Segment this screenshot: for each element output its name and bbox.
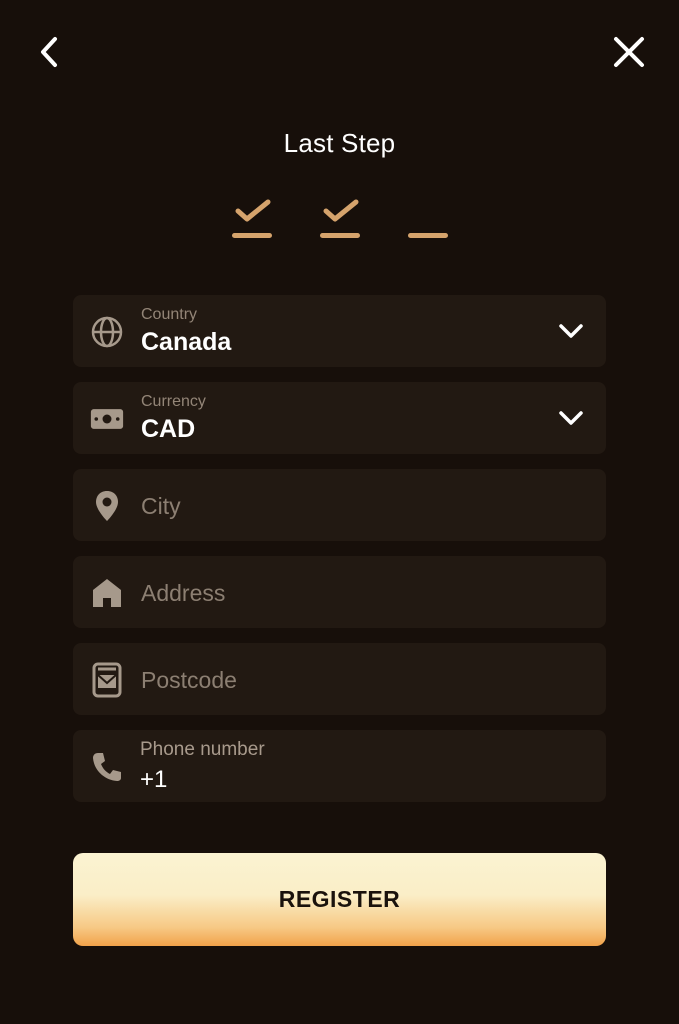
currency-label: Currency (141, 393, 206, 410)
currency-value: CAD (141, 415, 196, 443)
register-button[interactable]: REGISTER (73, 853, 606, 946)
postcode-input[interactable]: Postcode (73, 643, 606, 715)
check-icon (323, 199, 359, 222)
registration-form: Country Canada Currency CAD City Address… (73, 295, 606, 817)
currency-select[interactable]: Currency CAD (73, 382, 606, 454)
step-bar (320, 233, 360, 238)
page-title: Last Step (283, 128, 396, 158)
step-bar (408, 233, 448, 238)
close-icon (614, 37, 644, 67)
address-input[interactable]: Address (73, 556, 606, 628)
phone-input[interactable]: Phone number +1 (73, 730, 606, 802)
step-2 (320, 196, 362, 242)
location-pin-icon (90, 489, 124, 523)
city-placeholder: City (141, 493, 181, 519)
phone-icon (90, 750, 124, 784)
home-icon (90, 576, 124, 610)
mailbox-icon (90, 662, 124, 698)
country-value: Canada (141, 328, 232, 356)
country-label: Country (141, 306, 198, 323)
step-1 (232, 196, 274, 242)
phone-value: +1 (140, 766, 168, 793)
address-placeholder: Address (141, 580, 226, 606)
chevron-down-icon (559, 324, 583, 338)
chevron-down-icon (559, 411, 583, 425)
step-indicator (230, 196, 450, 242)
close-button[interactable] (607, 30, 651, 74)
check-icon (235, 199, 271, 222)
globe-icon (90, 315, 124, 349)
step-3 (408, 196, 450, 242)
chevron-left-icon (41, 37, 57, 67)
registration-screen: Last Step Country Canada Currency CAD Ci… (0, 0, 679, 1024)
postcode-placeholder: Postcode (141, 667, 237, 693)
back-button[interactable] (28, 30, 72, 74)
phone-label: Phone number (140, 739, 265, 760)
city-input[interactable]: City (73, 469, 606, 541)
money-icon (90, 402, 124, 436)
step-bar (232, 233, 272, 238)
country-select[interactable]: Country Canada (73, 295, 606, 367)
